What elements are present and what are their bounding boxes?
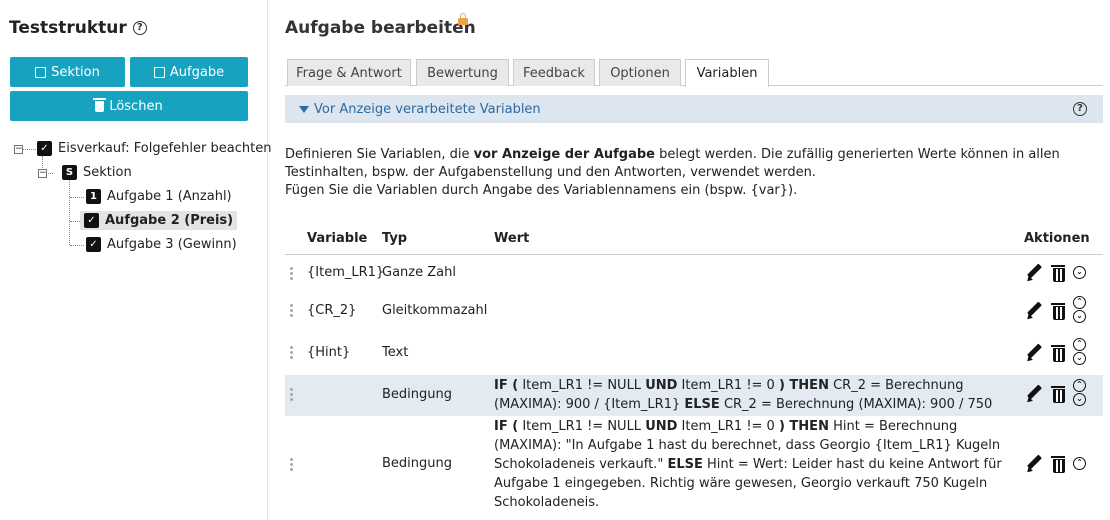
move-down-icon[interactable]: ⌄ <box>1073 393 1086 406</box>
delete-icon[interactable] <box>1051 343 1065 362</box>
drag-handle-icon[interactable] <box>290 267 294 282</box>
lock-icon <box>458 13 468 25</box>
task-icon <box>153 66 165 78</box>
trash-icon <box>93 97 107 112</box>
row-type: Gleitkommazahl <box>382 303 488 318</box>
row-type: Bedingung <box>382 387 453 402</box>
table-row: Bedingung IF ( Item_LR1 != NULL UND Item… <box>285 417 1103 517</box>
tree-node-task-label: Aufgabe 1 (Anzahl) <box>107 189 232 204</box>
sidebar-title: Teststruktur ? <box>9 18 147 38</box>
tree-node-task-label: Aufgabe 2 (Preis) <box>105 213 234 228</box>
task-icon: ✓ <box>86 237 101 252</box>
section-title: Vor Anzeige verarbeitete Variablen <box>314 101 541 117</box>
delete-icon[interactable] <box>1051 301 1065 320</box>
task-icon: ✓ <box>84 213 99 228</box>
drag-handle-icon[interactable] <box>290 346 294 361</box>
page-title: Aufgabe bearbeiten <box>285 18 476 38</box>
move-down-icon[interactable]: ⌄ <box>1073 265 1086 279</box>
add-section-label: Sektion <box>51 64 100 80</box>
tab-feedback[interactable]: Feedback <box>513 59 595 86</box>
col-actions: Aktionen <box>1024 231 1090 246</box>
table-row: {Item_LR1} Ganze Zahl ⌄ <box>285 257 1103 289</box>
row-variable: {Hint} <box>307 345 351 360</box>
row-variable: {Item_LR1} <box>307 265 385 280</box>
sidebar-title-text: Teststruktur <box>9 18 127 38</box>
table-header: Variable Typ Wert Aktionen <box>285 228 1103 255</box>
tab-optionen[interactable]: Optionen <box>599 59 681 86</box>
row-value: IF ( Item_LR1 != NULL UND Item_LR1 != 0 … <box>494 419 1002 510</box>
edit-icon[interactable] <box>1025 263 1043 281</box>
row-value: IF ( Item_LR1 != NULL UND Item_LR1 != 0 … <box>494 378 993 412</box>
help-icon[interactable]: ? <box>132 21 147 35</box>
tree-node-task-2[interactable]: ✓ Aufgabe 2 (Preis) <box>80 211 238 230</box>
col-variable: Variable <box>307 231 368 246</box>
table-row: Bedingung IF ( Item_LR1 != NULL UND Item… <box>285 375 1103 416</box>
caret-down-icon <box>299 105 309 113</box>
edit-icon[interactable] <box>1025 301 1043 319</box>
collapse-toggle-root[interactable]: − <box>14 145 23 154</box>
edit-icon[interactable] <box>1025 384 1043 402</box>
drag-handle-icon[interactable] <box>290 458 294 473</box>
move-up-icon[interactable]: ⌃ <box>1073 338 1086 351</box>
move-up-icon[interactable]: ⌃ <box>1073 456 1086 470</box>
add-task-button[interactable]: Aufgabe <box>130 57 248 87</box>
tab-variablen[interactable]: Variablen <box>685 59 769 87</box>
add-section-button[interactable]: Sektion <box>10 57 125 87</box>
col-value: Wert <box>494 231 530 246</box>
row-type: Bedingung <box>382 456 453 471</box>
tree-node-section-label: Sektion <box>83 165 132 180</box>
table-row: {CR_2} Gleitkommazahl ⌃ ⌄ <box>285 292 1103 332</box>
delete-button[interactable]: Löschen <box>10 91 248 121</box>
tree-node-root-label: Eisverkauf: Folgefehler beachten <box>58 141 272 156</box>
row-actions: ⌃ <box>1025 454 1086 473</box>
sidebar: Teststruktur ? Sektion Aufgabe Löschen −… <box>0 0 271 520</box>
delete-label: Löschen <box>109 98 163 114</box>
collapse-toggle-section[interactable]: − <box>38 169 47 178</box>
help-icon[interactable]: ? <box>1073 102 1087 116</box>
tree-node-task-1[interactable]: 1 Aufgabe 1 (Anzahl) <box>86 189 232 204</box>
move-up-icon[interactable]: ⌃ <box>1073 379 1086 392</box>
drag-handle-icon[interactable] <box>290 304 294 319</box>
section-icon <box>35 66 47 78</box>
description: Definieren Sie Variablen, die vor Anzeig… <box>285 147 1060 198</box>
move-down-icon[interactable]: ⌄ <box>1073 352 1086 365</box>
edit-icon[interactable] <box>1025 454 1043 472</box>
checkbox-icon: ✓ <box>37 141 52 156</box>
drag-handle-icon[interactable] <box>290 388 294 403</box>
task-icon: 1 <box>86 189 101 204</box>
row-actions: ⌃ ⌄ <box>1025 338 1086 365</box>
tree-node-section[interactable]: S Sektion <box>62 165 132 180</box>
tab-bar: Frage & Antwort Bewertung Feedback Optio… <box>285 59 1103 87</box>
row-type: Ganze Zahl <box>382 265 456 280</box>
tab-frage-antwort[interactable]: Frage & Antwort <box>287 59 411 86</box>
section-header[interactable]: Vor Anzeige verarbeitete Variablen ? <box>285 95 1103 123</box>
main-panel: Aufgabe bearbeiten Frage & Antwort Bewer… <box>285 0 1103 520</box>
section-icon: S <box>62 165 77 180</box>
tree-node-task-label: Aufgabe 3 (Gewinn) <box>107 237 237 252</box>
tab-bewertung[interactable]: Bewertung <box>416 59 509 86</box>
edit-icon[interactable] <box>1025 343 1043 361</box>
delete-icon[interactable] <box>1051 384 1065 403</box>
move-up-icon[interactable]: ⌃ <box>1073 296 1086 309</box>
row-variable: {CR_2} <box>307 303 357 318</box>
row-type: Text <box>382 345 409 360</box>
move-down-icon[interactable]: ⌄ <box>1073 310 1086 323</box>
tree-node-root[interactable]: ✓ Eisverkauf: Folgefehler beachten <box>37 141 271 156</box>
tree-node-task-3[interactable]: ✓ Aufgabe 3 (Gewinn) <box>86 237 237 252</box>
add-task-label: Aufgabe <box>169 64 225 80</box>
row-actions: ⌃ ⌄ <box>1025 296 1086 323</box>
delete-icon[interactable] <box>1051 454 1065 473</box>
row-actions: ⌄ <box>1025 263 1086 282</box>
table-row: {Hint} Text ⌃ ⌄ <box>285 334 1103 374</box>
row-actions: ⌃ ⌄ <box>1025 379 1086 406</box>
col-type: Typ <box>382 231 408 246</box>
delete-icon[interactable] <box>1051 263 1065 282</box>
